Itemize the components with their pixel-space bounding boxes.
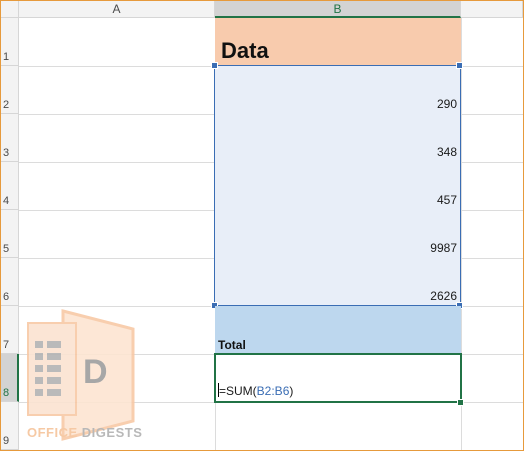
row-header-5[interactable]: 5 xyxy=(1,210,19,258)
logo-letter: D xyxy=(83,353,108,391)
total-label: Total xyxy=(218,338,246,352)
watermark-word-office: OFFICE xyxy=(27,425,78,440)
row-number: 5 xyxy=(3,243,10,255)
row-header-3[interactable]: 3 xyxy=(1,114,19,162)
cell-b2[interactable]: 290 xyxy=(215,66,461,114)
cell-b7[interactable]: Total xyxy=(215,306,461,354)
spreadsheet-frame: A B 1 2 3 4 5 6 7 8 9 Data 290 348 457 9… xyxy=(0,0,524,451)
row-number: 8 xyxy=(3,387,10,399)
cell-b5[interactable]: 9987 xyxy=(215,210,461,258)
select-all-corner[interactable] xyxy=(1,1,19,18)
row-header-8[interactable]: 8 xyxy=(1,354,19,402)
data-header-text: Data xyxy=(221,38,269,63)
range-resize-handle[interactable] xyxy=(456,62,463,69)
row-header-2[interactable]: 2 xyxy=(1,66,19,114)
row-number: 6 xyxy=(3,291,10,303)
worksheet-grid: A B 1 2 3 4 5 6 7 8 9 Data 290 348 457 9… xyxy=(1,1,523,450)
row-number: 1 xyxy=(3,51,10,63)
fill-handle[interactable] xyxy=(457,399,464,406)
row-header-4[interactable]: 4 xyxy=(1,162,19,210)
column-header-b[interactable]: B xyxy=(215,1,461,18)
row-number: 4 xyxy=(3,195,10,207)
column-header-c[interactable] xyxy=(461,1,523,18)
cell-value: 9987 xyxy=(430,241,457,255)
row-number: 7 xyxy=(3,339,10,351)
row-header-9[interactable]: 9 xyxy=(1,402,19,450)
formula-prefix: =SUM( xyxy=(219,384,257,398)
range-resize-handle[interactable] xyxy=(211,62,218,69)
row-number: 2 xyxy=(3,99,10,111)
formula-range-reference: B2:B6 xyxy=(256,384,290,398)
row-number: 3 xyxy=(3,147,10,159)
cell-b6[interactable]: 2626 xyxy=(215,258,461,306)
watermark-word-digests: DIGESTS xyxy=(81,425,143,440)
row-header-1[interactable]: 1 xyxy=(1,18,19,66)
watermark-text: OFFICE DIGESTS xyxy=(27,425,142,440)
formula-text: =SUM(B2:B6) xyxy=(218,383,293,398)
cell-value: 348 xyxy=(436,145,457,159)
column-header-a[interactable]: A xyxy=(19,1,215,18)
office-digests-logo-icon: D xyxy=(27,309,135,441)
cell-b1[interactable]: Data xyxy=(215,18,461,66)
cell-value: 457 xyxy=(436,193,457,207)
row-number: 9 xyxy=(3,435,10,447)
cell-b4[interactable]: 457 xyxy=(215,162,461,210)
formula-suffix: ) xyxy=(289,384,294,398)
cell-value: 2626 xyxy=(430,289,457,303)
row-header-7[interactable]: 7 xyxy=(1,306,19,354)
cell-b3[interactable]: 348 xyxy=(215,114,461,162)
cell-value: 290 xyxy=(436,97,457,111)
row-header-6[interactable]: 6 xyxy=(1,258,19,306)
